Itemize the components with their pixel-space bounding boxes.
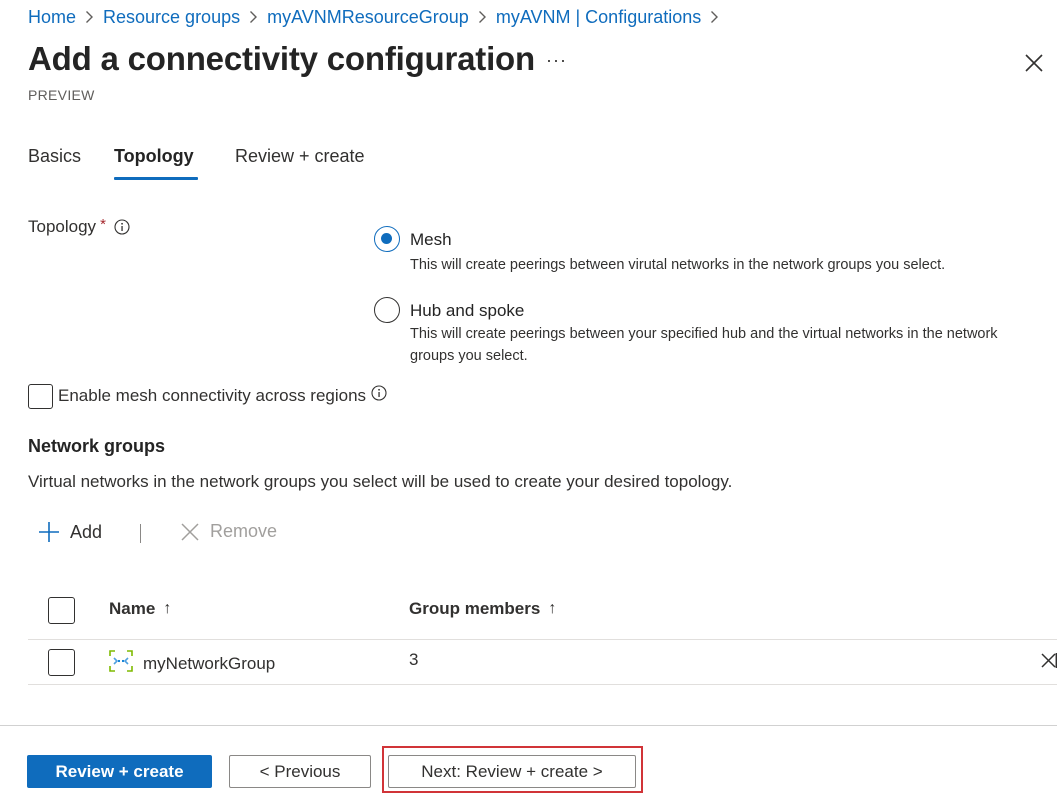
network-group-name[interactable]: myNetworkGroup [143,654,275,674]
required-marker: * [100,215,106,233]
mesh-radio[interactable] [374,226,400,252]
breadcrumb-home[interactable]: Home [28,7,76,28]
column-header-group-members[interactable]: Group members ↑ [409,599,556,619]
chevron-right-icon [478,10,487,24]
plus-icon [39,522,59,542]
add-button[interactable]: Add [38,521,102,543]
column-header-group-members-label: Group members [409,599,541,618]
mesh-across-regions-label: Enable mesh connectivity across regions [58,386,367,405]
sort-arrow-icon: ↑ [163,600,172,617]
chevron-right-icon [710,10,719,24]
x-icon [181,522,199,541]
network-groups-heading: Network groups [28,436,166,456]
info-icon[interactable] [371,385,387,401]
tab-review-create[interactable]: Review + create [235,146,365,167]
header-divider [28,639,1057,640]
topology-field-label: Topology * [28,215,130,237]
table-row-name: myNetworkGroup [109,650,275,677]
remove-button[interactable]: Remove [180,521,277,542]
column-header-name-label: Name [109,599,156,618]
footer-divider [0,725,1057,726]
column-header-name[interactable]: Name ↑ [109,599,171,619]
select-all-checkbox[interactable] [48,597,75,624]
active-tab-indicator [114,177,198,180]
review-create-button[interactable]: Review + create [27,755,212,788]
breadcrumb-configurations[interactable]: myAVNM | Configurations [496,7,701,28]
group-members-count: 3 [409,650,419,669]
tab-basics[interactable]: Basics [28,146,81,167]
remove-button-label: Remove [210,521,278,541]
info-icon[interactable] [114,219,130,235]
preview-label: PREVIEW [28,87,95,103]
hub-and-spoke-radio-label: Hub and spoke [410,301,525,320]
mesh-across-regions-checkbox[interactable] [28,384,53,409]
breadcrumb-resource-group[interactable]: myAVNMResourceGroup [267,7,469,28]
network-group-icon [109,650,133,677]
next-review-create-button[interactable]: Next: Review + create > [388,755,636,788]
previous-button[interactable]: < Previous [229,755,371,788]
chevron-right-icon [85,10,94,24]
add-button-label: Add [70,521,103,542]
tab-topology[interactable]: Topology [114,146,194,167]
breadcrumb-resource-groups[interactable]: Resource groups [103,7,240,28]
row-divider [28,684,1057,685]
topology-label: Topology [28,217,97,236]
remove-row-icon[interactable] [1040,652,1057,669]
breadcrumb: Home Resource groups myAVNMResourceGroup… [28,6,728,28]
more-options-button[interactable]: ··· [546,50,567,71]
sort-arrow-icon: ↑ [548,600,557,617]
mesh-across-regions-label-wrap: Enable mesh connectivity across regions [58,385,387,406]
mesh-description: This will create peerings between viruta… [410,257,946,273]
row-checkbox[interactable] [48,649,75,676]
command-divider [140,524,141,543]
chevron-right-icon [249,10,258,24]
network-groups-description: Virtual networks in the network groups y… [28,472,733,491]
hub-and-spoke-description: This will create peerings between your s… [410,326,998,364]
hub-and-spoke-radio[interactable] [374,297,400,323]
close-icon[interactable] [1024,53,1044,73]
page-title: Add a connectivity configuration [28,40,535,77]
mesh-radio-label: Mesh [410,230,452,249]
